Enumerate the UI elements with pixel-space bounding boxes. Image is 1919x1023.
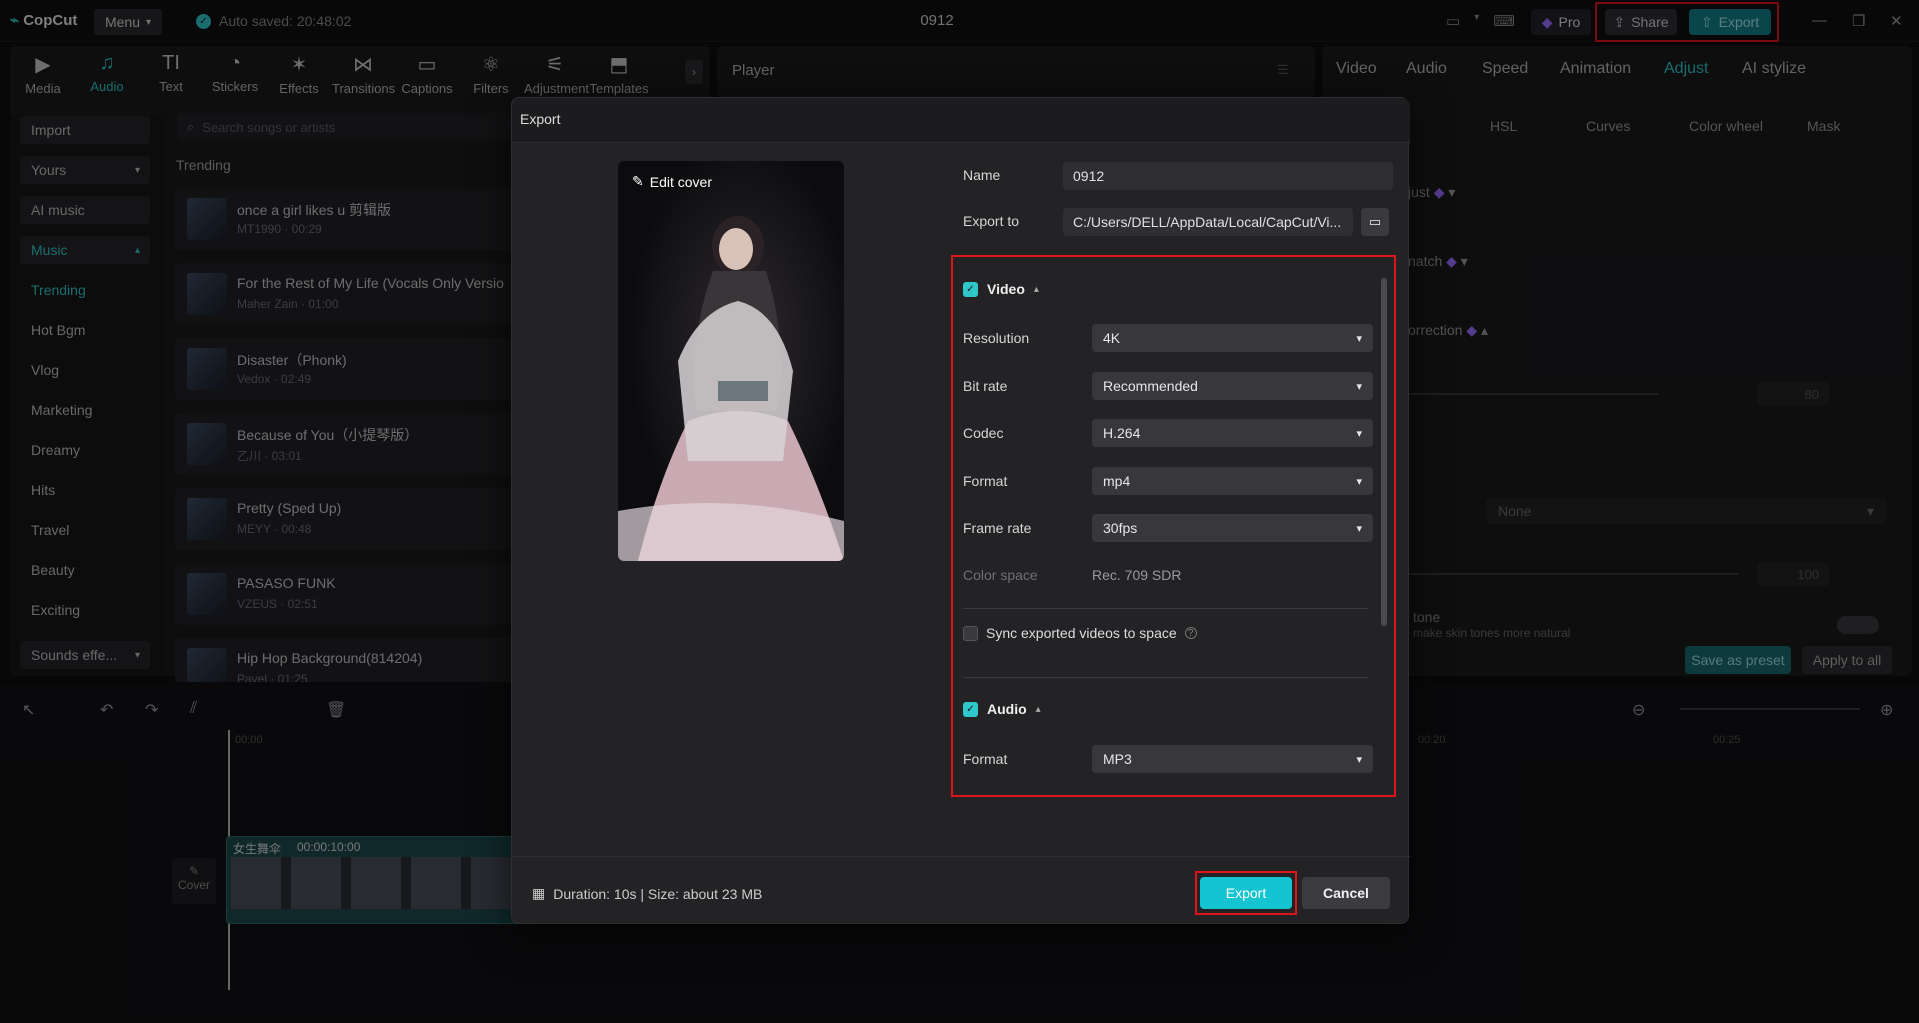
duration-info: Duration: 10s | Size: about 23 MB bbox=[553, 885, 763, 902]
resolution-label: Resolution bbox=[963, 330, 1030, 346]
check-icon[interactable]: ✓ bbox=[963, 701, 978, 717]
export-info: ▦ Duration: 10s | Size: about 23 MB bbox=[532, 885, 762, 902]
codec-label: Codec bbox=[963, 425, 1004, 441]
export-path-input[interactable]: C:/Users/DELL/AppData/Local/CapCut/Vi... bbox=[1063, 208, 1353, 236]
bitrate-value: Recommended bbox=[1103, 378, 1198, 394]
name-input[interactable]: 0912 bbox=[1063, 162, 1393, 190]
video-section-label: Video bbox=[987, 281, 1025, 297]
chevron-down-icon: ▾ bbox=[1356, 380, 1362, 393]
help-icon[interactable]: ? bbox=[1184, 627, 1197, 639]
edit-cover-label: Edit cover bbox=[649, 173, 712, 190]
chevron-down-icon: ▾ bbox=[1356, 522, 1362, 535]
audio-section-toggle[interactable]: ✓ Audio ▴ bbox=[963, 701, 1041, 717]
film-icon: ▦ bbox=[532, 885, 546, 901]
cover-preview[interactable]: ✎ Edit cover bbox=[618, 161, 844, 561]
sync-option[interactable]: Sync exported videos to space ? bbox=[963, 625, 1197, 641]
chevron-down-icon: ▾ bbox=[1356, 332, 1362, 345]
codec-select[interactable]: H.264 ▾ bbox=[1092, 419, 1373, 447]
chevron-down-icon: ▾ bbox=[1356, 753, 1362, 766]
settings-scrollbar[interactable] bbox=[1381, 278, 1387, 626]
pencil-icon: ✎ bbox=[632, 173, 644, 189]
framerate-label: Frame rate bbox=[963, 520, 1032, 536]
name-label: Name bbox=[963, 167, 1001, 183]
edit-cover-button[interactable]: ✎ Edit cover bbox=[632, 173, 712, 190]
audio-format-label: Format bbox=[963, 751, 1008, 767]
audio-format-value: MP3 bbox=[1103, 751, 1132, 767]
cover-image bbox=[618, 216, 844, 561]
checkbox-icon[interactable] bbox=[963, 625, 978, 641]
sync-label: Sync exported videos to space bbox=[986, 625, 1177, 641]
chevron-up-icon: ▴ bbox=[1035, 703, 1041, 715]
export-to-label: Export to bbox=[963, 213, 1020, 229]
divider bbox=[963, 608, 1368, 609]
cancel-button[interactable]: Cancel bbox=[1302, 877, 1390, 909]
footer-divider bbox=[512, 856, 1410, 857]
format-select[interactable]: mp4 ▾ bbox=[1092, 467, 1373, 495]
colorspace-label: Color space bbox=[963, 567, 1038, 583]
bitrate-label: Bit rate bbox=[963, 378, 1008, 394]
export-dialog: Export ✎ Edit cover Name 0912 Export to C… bbox=[511, 97, 1410, 924]
chevron-up-icon: ▴ bbox=[1033, 283, 1039, 295]
resolution-select[interactable]: 4K ▾ bbox=[1092, 324, 1373, 352]
audio-section-label: Audio bbox=[987, 701, 1027, 717]
framerate-select[interactable]: 30fps ▾ bbox=[1092, 514, 1373, 542]
dialog-title: Export bbox=[512, 98, 1410, 143]
colorspace-value: Rec. 709 SDR bbox=[1092, 567, 1182, 583]
resolution-value: 4K bbox=[1103, 330, 1121, 346]
chevron-down-icon: ▾ bbox=[1356, 427, 1362, 440]
video-section-toggle[interactable]: ✓ Video ▴ bbox=[963, 281, 1039, 297]
framerate-value: 30fps bbox=[1103, 520, 1138, 536]
format-value: mp4 bbox=[1103, 473, 1131, 489]
divider bbox=[963, 677, 1368, 678]
chevron-down-icon: ▾ bbox=[1356, 475, 1362, 488]
codec-value: H.264 bbox=[1103, 425, 1141, 441]
check-icon[interactable]: ✓ bbox=[963, 281, 978, 297]
audio-format-select[interactable]: MP3 ▾ bbox=[1092, 745, 1373, 773]
export-button[interactable]: Export bbox=[1200, 877, 1292, 909]
folder-icon[interactable]: ▭ bbox=[1361, 208, 1389, 236]
bitrate-select[interactable]: Recommended ▾ bbox=[1092, 372, 1373, 400]
format-label: Format bbox=[963, 473, 1008, 489]
